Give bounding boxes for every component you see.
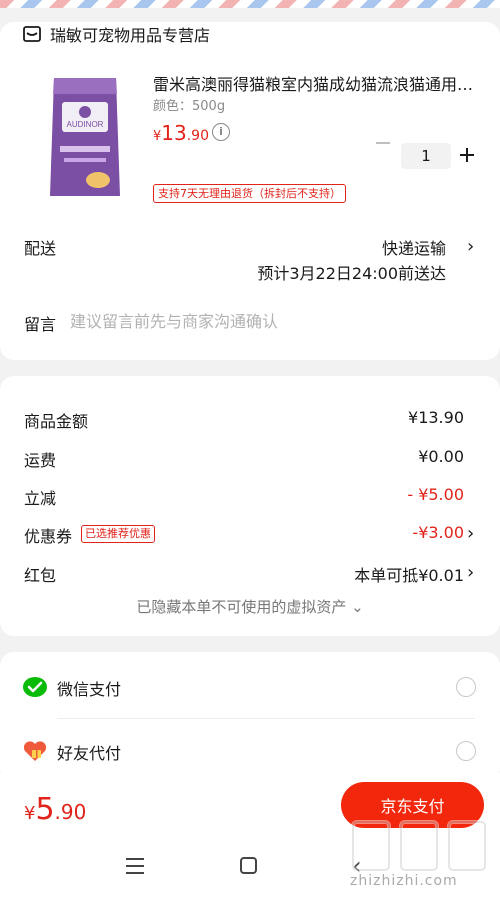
note-label: 留言 <box>24 315 57 334</box>
product-price: ¥ 13 .90 <box>153 121 209 145</box>
store-name: 瑞敏可宠物用品专营店 <box>50 26 211 45</box>
airmail-border <box>0 0 500 8</box>
product-spec: 颜色：500g <box>153 99 226 114</box>
chevron-right-icon[interactable]: › <box>467 523 474 544</box>
summary-label: 红包 <box>24 566 57 585</box>
divider <box>57 718 475 719</box>
shipping-eta: 预计3月22日24:00前送达 <box>257 264 446 283</box>
total-symbol: ¥ <box>24 803 36 824</box>
summary-label: 商品金额 <box>24 412 89 431</box>
plus-icon-vertical <box>466 148 468 162</box>
summary-value: -¥3.00 <box>412 523 464 542</box>
payment-name: 好友代付 <box>57 744 122 763</box>
coupon-badge: 已选推荐优惠 <box>81 525 155 543</box>
summary-label: 立减 <box>24 489 57 508</box>
summary-label: 运费 <box>24 451 57 470</box>
payment-option-wechat[interactable]: 微信支付 <box>0 662 500 712</box>
summary-value: - ¥5.00 <box>407 485 464 504</box>
return-policy-badge: 支持7天无理由退货（拆封后不支持） <box>153 184 346 203</box>
summary-row-shipping: 运费 ¥0.00 <box>0 447 500 473</box>
home-icon[interactable] <box>240 857 257 874</box>
summary-value: ¥0.00 <box>418 447 464 466</box>
wechat-pay-icon <box>23 677 47 697</box>
payment-name: 微信支付 <box>57 680 122 699</box>
product-image[interactable]: AUDINOR <box>40 72 130 202</box>
store-icon <box>23 26 41 42</box>
chevron-right-icon[interactable]: › <box>467 562 474 583</box>
friend-pay-icon <box>23 741 47 761</box>
watermark-text: zhizhizhi.com <box>350 873 458 889</box>
payment-radio[interactable] <box>456 677 476 697</box>
menu-icon[interactable] <box>126 858 144 874</box>
payment-radio[interactable] <box>456 741 476 761</box>
shipping-label: 配送 <box>24 239 57 258</box>
hidden-assets-toggle[interactable]: 已隐藏本单不可使用的虚拟资产 ⌄ <box>0 596 500 617</box>
quantity-input[interactable]: 1 <box>401 143 451 169</box>
summary-row-discount: 立减 - ¥5.00 <box>0 485 500 511</box>
product-title[interactable]: 雷米高澳丽得猫粮室内猫成幼猫流浪猫通用… <box>153 71 478 95</box>
svg-text:AUDINOR: AUDINOR <box>67 120 104 129</box>
total-integer: 5 <box>35 792 55 827</box>
summary-row-goods: 商品金额 ¥13.90 <box>0 408 500 434</box>
shipping-method[interactable]: 快递运输 <box>382 235 446 259</box>
summary-value: 本单可抵¥0.01 <box>354 566 464 585</box>
price-symbol: ¥ <box>153 129 162 144</box>
summary-row-coupon[interactable]: 优惠券 已选推荐优惠 -¥3.00 › <box>0 523 500 549</box>
total-decimal: .90 <box>54 800 87 824</box>
decrease-quantity-button[interactable] <box>376 142 390 144</box>
price-integer: 13 <box>161 121 187 145</box>
order-total: ¥ 5 .90 <box>24 792 86 827</box>
price-decimal: .90 <box>186 128 209 144</box>
note-input[interactable] <box>70 309 470 333</box>
summary-value: ¥13.90 <box>408 408 464 427</box>
store-header[interactable]: 瑞敏可宠物用品专营店 <box>22 22 210 46</box>
summary-label: 优惠券 <box>24 527 73 546</box>
payment-option-friend[interactable]: 好友代付 <box>0 726 500 776</box>
chevron-right-icon[interactable]: › <box>467 236 474 257</box>
summary-row-redpacket[interactable]: 红包 本单可抵¥0.01 › <box>0 562 500 588</box>
info-icon[interactable]: i <box>212 123 230 141</box>
